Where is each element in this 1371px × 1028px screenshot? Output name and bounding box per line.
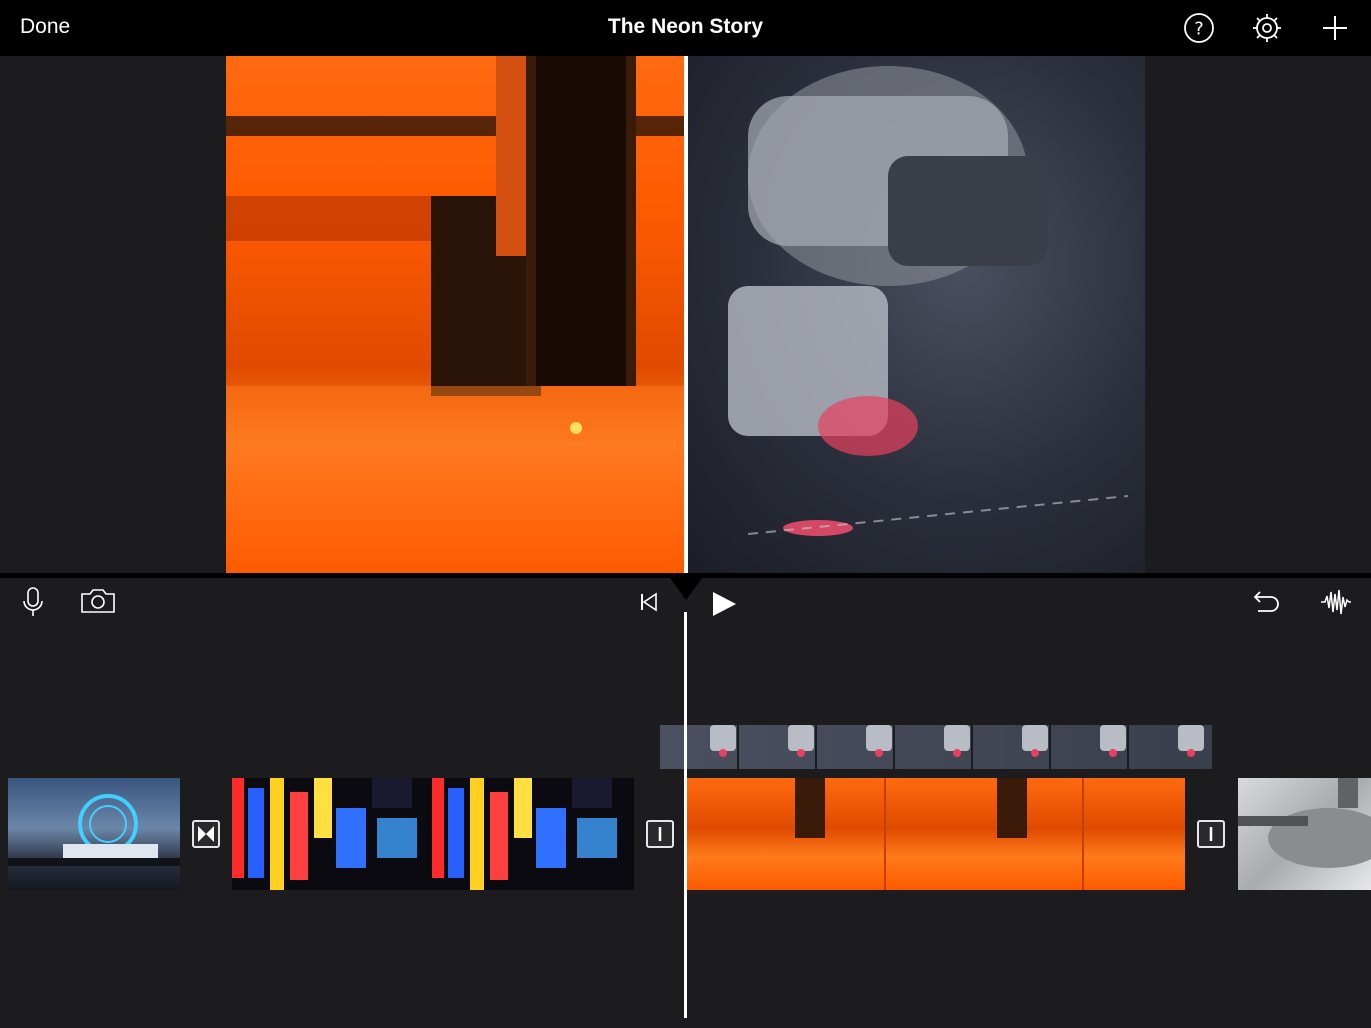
play-icon[interactable] <box>710 590 738 618</box>
overlay-clip-laser-head[interactable] <box>660 725 1212 769</box>
metal-machine-thumbnail <box>1238 778 1371 868</box>
overlay-clip-thumbnails <box>710 725 1204 769</box>
clip-metal-machine[interactable] <box>1238 778 1371 890</box>
viewer-right-video <box>688 56 1145 573</box>
laser-cutter-frame <box>226 56 684 436</box>
clip-neon-street[interactable] <box>232 778 634 890</box>
clip-ferris-wheel[interactable] <box>8 778 180 890</box>
viewer-left-video <box>226 56 684 573</box>
undo-icon[interactable] <box>1252 588 1282 616</box>
transition-button-none-2[interactable] <box>1197 820 1225 848</box>
top-bar: Done The Neon Story ? <box>0 0 1371 56</box>
playhead-marker <box>670 578 702 600</box>
add-plus-icon[interactable] <box>1319 12 1351 44</box>
transition-button-cross-dissolve[interactable] <box>192 820 220 848</box>
settings-gear-icon[interactable] <box>1251 12 1283 44</box>
camera-icon[interactable] <box>80 588 116 614</box>
microphone-icon[interactable] <box>20 586 46 618</box>
skip-to-start-icon[interactable] <box>639 592 659 612</box>
video-viewer[interactable] <box>0 56 1371 573</box>
help-icon[interactable]: ? <box>1183 12 1215 44</box>
audio-waveform-icon[interactable] <box>1320 588 1352 616</box>
laser-head-frame <box>728 66 1129 536</box>
no-transition-icon <box>1209 827 1213 841</box>
ferris-wheel-thumbnail <box>8 794 180 866</box>
svg-text:?: ? <box>1194 19 1204 40</box>
playhead-line[interactable] <box>684 612 687 1018</box>
transition-button-none-1[interactable] <box>646 820 674 848</box>
neon-street-thumbnail <box>232 778 617 890</box>
no-transition-icon <box>658 827 662 841</box>
done-button[interactable]: Done <box>20 15 70 39</box>
project-title: The Neon Story <box>607 15 764 38</box>
laser-cutter-thumbnail <box>795 778 1084 890</box>
clip-laser-cutter[interactable] <box>687 778 1185 890</box>
cross-dissolve-icon <box>198 826 214 842</box>
